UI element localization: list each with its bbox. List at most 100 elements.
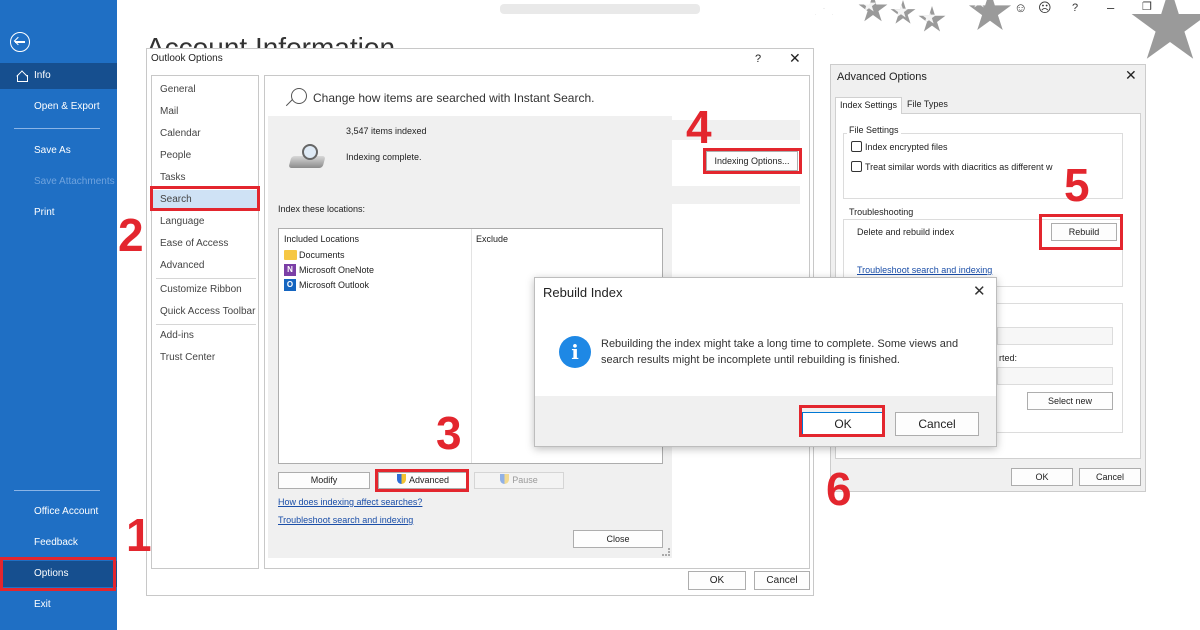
- step-number: 6: [826, 463, 852, 515]
- nav-item-advanced[interactable]: Advanced: [152, 256, 258, 276]
- options-nav: General Mail Calendar People Tasks Searc…: [151, 75, 259, 569]
- location-label: Microsoft Outlook: [299, 280, 370, 290]
- troubleshoot-link[interactable]: Troubleshoot search and indexing: [857, 265, 992, 275]
- divider: [156, 324, 256, 325]
- highlight-advanced: [375, 469, 469, 492]
- modify-button[interactable]: Modify: [278, 472, 370, 489]
- step-number: 2: [118, 209, 144, 261]
- tab-file-types[interactable]: File Types: [903, 97, 952, 114]
- highlight-ok: [799, 405, 885, 437]
- group-label: Troubleshooting: [847, 207, 916, 217]
- ok-button[interactable]: OK: [1011, 468, 1073, 486]
- feedback-sad-icon[interactable]: ☹: [1038, 0, 1052, 16]
- nav-item-tasks[interactable]: Tasks: [152, 168, 258, 188]
- backstage-item-save-as[interactable]: Save As: [0, 138, 117, 164]
- backstage-item-print[interactable]: Print: [0, 200, 117, 226]
- pause-button-label: Pause: [512, 475, 538, 485]
- star-decoration-icon: [918, 6, 946, 32]
- backstage-item-office-account[interactable]: Office Account: [0, 499, 117, 525]
- resize-grip-icon[interactable]: [662, 548, 670, 556]
- nav-item-quick-access-toolbar[interactable]: Quick Access Toolbar: [152, 302, 258, 322]
- star-decoration-icon: [968, 0, 1012, 31]
- star-decoration-icon: [858, 0, 888, 22]
- help-button[interactable]: ?: [755, 53, 761, 65]
- nav-item-trust-center[interactable]: Trust Center: [152, 348, 258, 368]
- restore-button[interactable]: ❐: [1142, 0, 1152, 13]
- star-decoration-icon: [1131, 0, 1200, 59]
- location-row[interactable]: N Microsoft OneNote: [284, 263, 374, 277]
- backstage-item-exit[interactable]: Exit: [0, 592, 117, 618]
- divider: [14, 490, 100, 491]
- indexing-strip: [672, 186, 800, 204]
- nav-item-calendar[interactable]: Calendar: [152, 124, 258, 144]
- close-button[interactable]: Close: [573, 530, 663, 548]
- indexing-help-link[interactable]: How does indexing affect searches?: [278, 497, 422, 507]
- index-locations-label: Index these locations:: [278, 204, 366, 214]
- home-icon: [16, 71, 28, 82]
- back-arrow-icon[interactable]: [10, 32, 30, 52]
- dialog-title: Outlook Options: [151, 53, 223, 64]
- column-divider: [471, 229, 472, 463]
- help-icon[interactable]: ?: [1072, 2, 1078, 14]
- feedback-happy-icon[interactable]: ☺: [1014, 0, 1027, 15]
- step-number: 1: [126, 509, 152, 561]
- diacritics-checkbox[interactable]: Treat similar words with diacritics as d…: [851, 161, 1053, 173]
- current-location-field: [997, 327, 1113, 345]
- backstage-item-feedback[interactable]: Feedback: [0, 530, 117, 556]
- cancel-button[interactable]: Cancel: [754, 571, 810, 590]
- search-banner: Change how items are searched with Insta…: [283, 88, 594, 112]
- folder-icon: [284, 250, 297, 260]
- highlight-indexing-options: [703, 148, 802, 174]
- index-encrypted-checkbox[interactable]: Index encrypted files: [851, 141, 948, 153]
- location-row[interactable]: O Microsoft Outlook: [284, 278, 369, 292]
- close-icon[interactable]: ✕: [973, 282, 986, 300]
- highlight-rebuild: [1039, 214, 1123, 250]
- search-icon: [283, 88, 309, 112]
- indexing-status: Indexing complete.: [346, 152, 422, 162]
- location-row[interactable]: Documents: [284, 248, 345, 262]
- dialog-title: Rebuild Index: [543, 285, 623, 300]
- partial-label: rted:: [999, 353, 1018, 363]
- backstage-sidebar: Info Open & Export Save As Save Attachme…: [0, 0, 117, 630]
- close-icon[interactable]: ✕: [1125, 67, 1137, 84]
- pause-button: Pause: [474, 472, 564, 489]
- backstage-item-open-export[interactable]: Open & Export: [0, 94, 117, 120]
- select-new-button[interactable]: Select new: [1027, 392, 1113, 410]
- step-number: 4: [686, 101, 712, 153]
- divider: [14, 128, 100, 129]
- cancel-button[interactable]: Cancel: [1079, 468, 1141, 486]
- highlight-search: [150, 186, 260, 211]
- close-icon[interactable]: ✕: [789, 50, 801, 67]
- nav-item-add-ins[interactable]: Add-ins: [152, 326, 258, 346]
- nav-item-customize-ribbon[interactable]: Customize Ribbon: [152, 280, 258, 300]
- step-number: 3: [436, 407, 462, 459]
- minimize-button[interactable]: –: [1107, 0, 1114, 15]
- ok-button[interactable]: OK: [688, 571, 746, 590]
- nav-item-general[interactable]: General: [152, 80, 258, 100]
- indexing-drive-icon: [290, 142, 324, 172]
- star-decoration-icon: [815, 8, 833, 25]
- uac-shield-icon: [500, 474, 510, 484]
- checkbox-icon: [851, 141, 862, 152]
- location-label: Microsoft OneNote: [299, 265, 375, 275]
- info-icon: i: [559, 336, 591, 368]
- troubleshoot-link[interactable]: Troubleshoot search and indexing: [278, 515, 413, 525]
- cancel-button[interactable]: Cancel: [895, 412, 979, 436]
- page-title: Account Information: [146, 32, 396, 50]
- star-decoration-icon: [890, 0, 916, 24]
- checkbox-label: Index encrypted files: [865, 142, 948, 152]
- nav-item-ease-of-access[interactable]: Ease of Access: [152, 234, 258, 254]
- dialog-title: Advanced Options: [837, 71, 927, 83]
- new-location-field: [997, 367, 1113, 385]
- nav-item-mail[interactable]: Mail: [152, 102, 258, 122]
- items-indexed-count: 3,547 items indexed: [346, 126, 427, 136]
- onenote-icon: N: [284, 264, 296, 276]
- backstage-item-info[interactable]: Info: [0, 63, 117, 89]
- tab-index-settings[interactable]: Index Settings: [835, 97, 903, 114]
- window-title-blurred: [500, 4, 700, 14]
- checkbox-label: Treat similar words with diacritics as d…: [865, 162, 1053, 172]
- dialog-message: Rebuilding the index might take a long t…: [601, 338, 959, 366]
- nav-item-people[interactable]: People: [152, 146, 258, 166]
- nav-item-language[interactable]: Language: [152, 212, 258, 232]
- group-label: File Settings: [847, 125, 901, 135]
